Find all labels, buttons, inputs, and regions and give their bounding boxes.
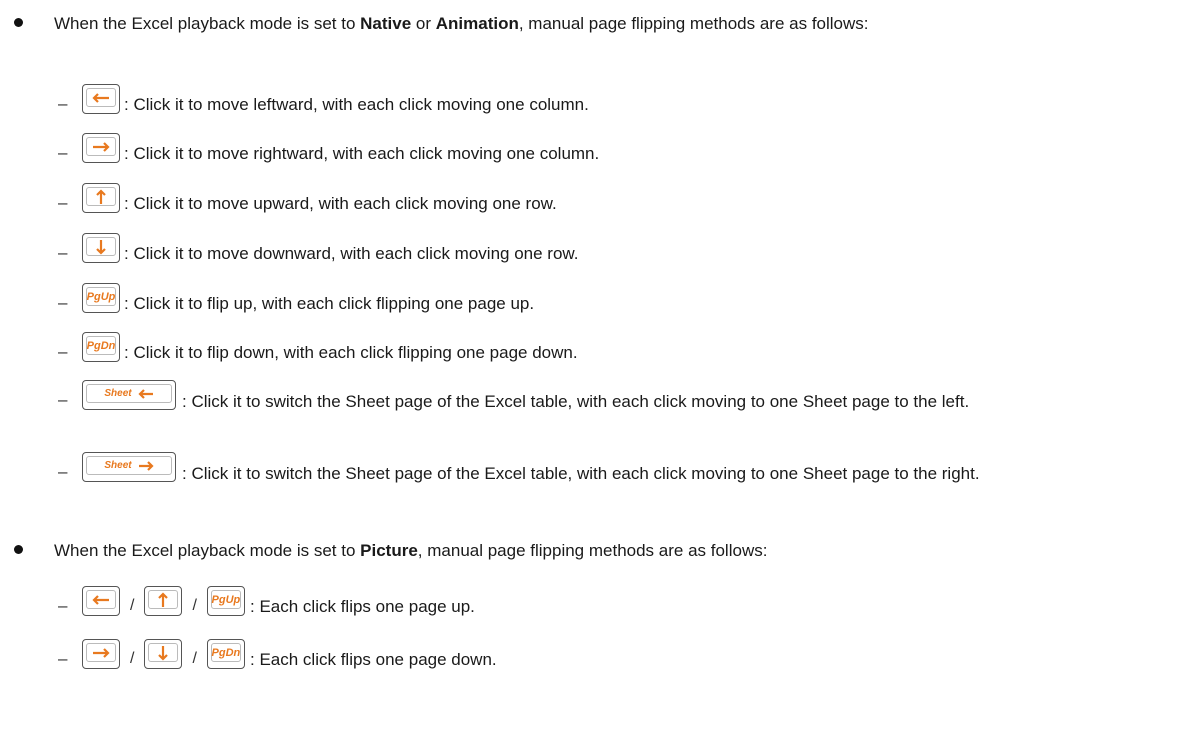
up-arrow-key bbox=[82, 183, 120, 213]
dash: – bbox=[58, 390, 68, 409]
dash: – bbox=[58, 649, 68, 668]
right-arrow-icon bbox=[93, 141, 110, 152]
left-arrow-icon bbox=[92, 92, 109, 103]
down-arrow-key bbox=[144, 639, 183, 669]
item-text: : Click it to switch the Sheet page of t… bbox=[182, 392, 970, 411]
pgup-key-label: PgUp bbox=[86, 290, 116, 303]
separator: / bbox=[130, 597, 135, 614]
pgup-key-label: PgUp bbox=[211, 593, 241, 606]
item-text: : Click it to move downward, with each c… bbox=[124, 244, 579, 263]
dash: – bbox=[58, 94, 68, 113]
dash: – bbox=[58, 143, 68, 162]
dash: – bbox=[58, 462, 68, 481]
bullet-dot bbox=[14, 545, 23, 554]
document-page: When the Excel playback mode is set to N… bbox=[0, 0, 1192, 756]
item-text: : Each click flips one page down. bbox=[250, 650, 497, 669]
down-arrow-key bbox=[82, 233, 120, 263]
bullet-text: When the Excel playback mode is set to P… bbox=[54, 541, 768, 560]
down-arrow-icon bbox=[158, 645, 169, 661]
item-text: : Each click flips one page up. bbox=[250, 597, 475, 616]
pgup-key: PgUp bbox=[206, 586, 245, 616]
pgdn-key: PgDn bbox=[206, 639, 245, 669]
right-arrow-icon bbox=[93, 647, 110, 658]
left-arrow-key bbox=[82, 586, 120, 616]
separator: / bbox=[192, 597, 197, 614]
up-arrow-icon bbox=[96, 188, 106, 204]
dash: – bbox=[58, 596, 68, 615]
separator: / bbox=[192, 650, 197, 667]
item-text: : Click it to move rightward, with each … bbox=[124, 144, 600, 163]
item-text: : Click it to move upward, with each cli… bbox=[124, 194, 557, 213]
dash: – bbox=[58, 243, 68, 262]
right-arrow-key bbox=[82, 133, 120, 163]
pgup-key: PgUp bbox=[82, 283, 120, 313]
item-text: : Click it to flip up, with each click f… bbox=[124, 294, 535, 313]
dash: – bbox=[58, 293, 68, 312]
pgdn-key: PgDn bbox=[82, 332, 120, 362]
item-text: : Click it to flip down, with each click… bbox=[124, 343, 578, 362]
left-arrow-key bbox=[82, 84, 120, 114]
up-arrow-key bbox=[144, 586, 183, 616]
item-text: : Click it to move leftward, with each c… bbox=[124, 95, 589, 114]
right-arrow-key bbox=[82, 639, 120, 669]
pgdn-key-label: PgDn bbox=[86, 339, 116, 352]
up-arrow-icon bbox=[158, 591, 169, 607]
bullet-text: When the Excel playback mode is set to N… bbox=[54, 14, 869, 33]
dash: – bbox=[58, 342, 68, 361]
down-arrow-icon bbox=[96, 239, 106, 255]
bullet-dot bbox=[14, 18, 23, 27]
left-arrow-icon bbox=[92, 594, 109, 605]
item-text: : Click it to switch the Sheet page of t… bbox=[182, 464, 980, 483]
dash: – bbox=[58, 193, 68, 212]
separator: / bbox=[130, 650, 135, 667]
pgdn-key-label: PgDn bbox=[211, 646, 241, 659]
